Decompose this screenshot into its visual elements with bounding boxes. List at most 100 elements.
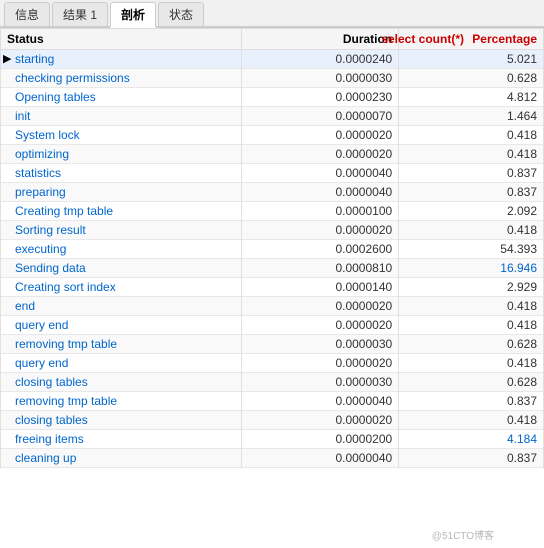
duration-cell: 0.0000040	[242, 164, 399, 183]
status-value: Sorting result	[15, 223, 86, 237]
status-cell: Creating tmp table	[1, 202, 242, 221]
table-row[interactable]: Creating tmp table 0.00001002.092	[1, 202, 544, 221]
status-value: System lock	[15, 128, 80, 142]
status-value: removing tmp table	[15, 394, 117, 408]
percentage-cell: 0.418	[399, 354, 544, 373]
duration-cell: 0.0000100	[242, 202, 399, 221]
table-row[interactable]: System lock 0.00000200.418	[1, 126, 544, 145]
status-value: checking permissions	[15, 71, 130, 85]
percentage-cell: 4.184	[399, 430, 544, 449]
status-value: statistics	[15, 166, 61, 180]
table-row[interactable]: Opening tables0.00002304.812	[1, 88, 544, 107]
table-row[interactable]: init0.00000701.464	[1, 107, 544, 126]
duration-cell: 0.0000040	[242, 449, 399, 468]
duration-cell: 0.0000040	[242, 183, 399, 202]
column-header-percentage: Percentage	[399, 29, 544, 50]
table-row[interactable]: preparing 0.00000400.837	[1, 183, 544, 202]
status-value: removing tmp table	[15, 337, 117, 351]
status-cell: checking permissions	[1, 69, 242, 88]
status-value: Creating tmp table	[15, 204, 113, 218]
status-value: starting	[15, 52, 54, 66]
table-row[interactable]: ▶ starting 0.00002405.021	[1, 50, 544, 69]
percentage-cell: 0.418	[399, 411, 544, 430]
table-row[interactable]: cleaning up 0.00000400.837	[1, 449, 544, 468]
status-value: preparing	[15, 185, 66, 199]
status-cell: closing tables	[1, 411, 242, 430]
status-cell: Creating sort index	[1, 278, 242, 297]
status-value: init	[15, 109, 30, 123]
tab-结果 1[interactable]: 结果 1	[52, 2, 108, 26]
table-row[interactable]: Sending data0.000081016.946	[1, 259, 544, 278]
tab-状态[interactable]: 状态	[158, 2, 204, 26]
percentage-cell: 0.418	[399, 297, 544, 316]
duration-cell: 0.0000030	[242, 335, 399, 354]
status-value: closing tables	[15, 413, 88, 427]
profile-table-container: select count(*) StatusDurationPercentage…	[0, 28, 544, 548]
percentage-cell: 1.464	[399, 107, 544, 126]
status-cell: cleaning up	[1, 449, 242, 468]
table-row[interactable]: closing tables0.00000300.628	[1, 373, 544, 392]
status-value: Creating sort index	[15, 280, 116, 294]
percentage-cell: 2.092	[399, 202, 544, 221]
duration-cell: 0.0000020	[242, 316, 399, 335]
percentage-cell: 0.418	[399, 145, 544, 164]
status-value: Sending data	[15, 261, 86, 275]
duration-cell: 0.0000020	[242, 126, 399, 145]
duration-cell: 0.0000020	[242, 145, 399, 164]
status-cell: Opening tables	[1, 88, 242, 107]
percentage-cell: 0.628	[399, 335, 544, 354]
status-cell: executing	[1, 240, 242, 259]
table-row[interactable]: statistics 0.00000400.837	[1, 164, 544, 183]
duration-cell: 0.0000200	[242, 430, 399, 449]
status-value: end	[15, 299, 35, 313]
table-row[interactable]: executing0.000260054.393	[1, 240, 544, 259]
status-value: Opening tables	[15, 90, 96, 104]
duration-cell: 0.0000020	[242, 354, 399, 373]
duration-cell: 0.0000810	[242, 259, 399, 278]
percentage-cell: 0.418	[399, 221, 544, 240]
table-row[interactable]: checking permissions0.00000300.628	[1, 69, 544, 88]
table-row[interactable]: removing tmp table 0.00000300.628	[1, 335, 544, 354]
tab-信息[interactable]: 信息	[4, 2, 50, 26]
table-row[interactable]: Sorting result0.00000200.418	[1, 221, 544, 240]
table-row[interactable]: freeing items0.00002004.184	[1, 430, 544, 449]
status-value: query end	[15, 356, 68, 370]
percentage-cell: 0.418	[399, 126, 544, 145]
status-cell: preparing	[1, 183, 242, 202]
status-cell: query end	[1, 316, 242, 335]
status-value: query end	[15, 318, 68, 332]
percentage-cell: 0.628	[399, 69, 544, 88]
watermark: @51CTO博客	[432, 527, 494, 542]
percentage-cell: 2.929	[399, 278, 544, 297]
percentage-cell: 5.021	[399, 50, 544, 69]
status-cell: removing tmp table	[1, 335, 242, 354]
status-value: cleaning up	[15, 451, 76, 465]
table-row[interactable]: end0.00000200.418	[1, 297, 544, 316]
row-indicator-icon: ▶	[3, 52, 11, 65]
table-row[interactable]: Creating sort index 0.00001402.929	[1, 278, 544, 297]
status-value: optimizing	[15, 147, 69, 161]
duration-cell: 0.0002600	[242, 240, 399, 259]
table-row[interactable]: query end 0.00000200.418	[1, 316, 544, 335]
status-cell: Sending data	[1, 259, 242, 278]
duration-cell: 0.0000030	[242, 373, 399, 392]
duration-cell: 0.0000240	[242, 50, 399, 69]
profile-table: StatusDurationPercentage ▶ starting 0.0000…	[0, 28, 544, 468]
table-row[interactable]: query end 0.00000200.418	[1, 354, 544, 373]
status-cell: init	[1, 107, 242, 126]
percentage-cell: 0.837	[399, 164, 544, 183]
status-cell: optimizing	[1, 145, 242, 164]
percentage-cell: 0.418	[399, 316, 544, 335]
tab-剖析[interactable]: 剖析	[110, 2, 156, 28]
status-cell: statistics	[1, 164, 242, 183]
duration-cell: 0.0000140	[242, 278, 399, 297]
column-header-status: Status	[1, 29, 242, 50]
table-row[interactable]: removing tmp table0.00000400.837	[1, 392, 544, 411]
status-cell: closing tables	[1, 373, 242, 392]
duration-cell: 0.0000020	[242, 411, 399, 430]
table-row[interactable]: optimizing 0.00000200.418	[1, 145, 544, 164]
column-header-duration: Duration	[242, 29, 399, 50]
percentage-cell: 0.837	[399, 183, 544, 202]
percentage-cell: 0.837	[399, 449, 544, 468]
table-row[interactable]: closing tables 0.00000200.418	[1, 411, 544, 430]
